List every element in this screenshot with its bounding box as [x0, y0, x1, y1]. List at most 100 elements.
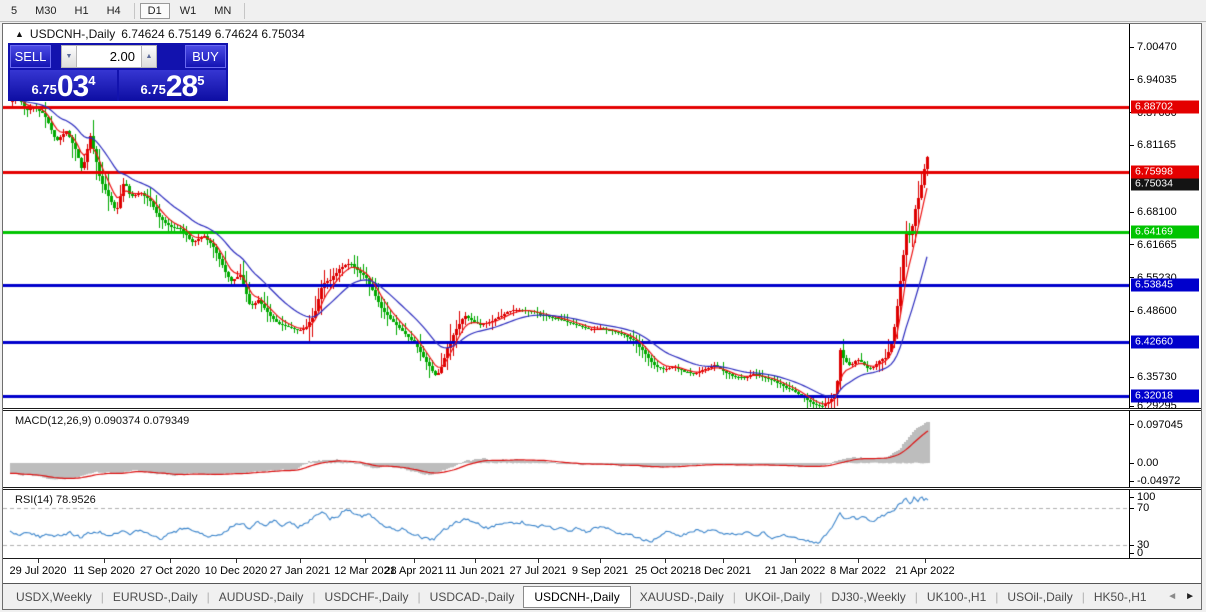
chart-tab-usoildaily[interactable]: USOil-,Daily [998, 586, 1081, 608]
price-axis-tick: 6.61665 [1130, 239, 1177, 251]
rsi-canvas[interactable] [3, 490, 1129, 558]
date-label: 27 Jan 2021 [270, 565, 331, 577]
date-tick-mark [538, 559, 539, 563]
toolbar-separator [244, 3, 245, 19]
date-label: 9 Sep 2021 [572, 565, 628, 577]
date-tick-mark [365, 559, 366, 563]
price-axis-tick: 6.68100 [1130, 206, 1177, 218]
timeframe-toolbar: 5M30H1H4 D1W1MN [0, 0, 1206, 22]
macd-label: MACD(12,26,9) 0.090374 0.079349 [15, 415, 189, 427]
date-axis[interactable]: 29 Jul 202011 Sep 202027 Oct 202010 Dec … [3, 559, 1201, 583]
macd-axis-tick: 0.097045 [1130, 419, 1183, 431]
price-level-badge: 6.88702 [1131, 101, 1199, 114]
chart-tab-usdchfdaily[interactable]: USDCHF-,Daily [316, 586, 418, 608]
rsi-value: 78.9526 [56, 494, 96, 506]
timeframe-button-d1[interactable]: D1 [140, 3, 170, 19]
toolbar-separator [134, 3, 135, 19]
price-level-badge: 6.64169 [1131, 226, 1199, 239]
chart-tab-xauusddaily[interactable]: XAUUSD-,Daily [631, 586, 733, 608]
trade-controls-row: SELL ▼ 2.00 ▲ BUY [10, 45, 226, 68]
date-tick-mark [414, 559, 415, 563]
macd-row: MACD(12,26,9) 0.090374 0.079349 0.097045… [3, 411, 1201, 487]
date-label: 27 Oct 2020 [140, 565, 200, 577]
price-level-badge: 6.53845 [1131, 278, 1199, 291]
rsi-row: RSI(14) 78.9526 10070300 [3, 490, 1201, 558]
chart-tab-usdcaddaily[interactable]: USDCAD-,Daily [421, 586, 524, 608]
chart-tab-ukoildaily[interactable]: UKOil-,Daily [736, 586, 819, 608]
buy-price-prefix: 6.75 [141, 82, 166, 97]
timeframe-button-w1[interactable]: W1 [172, 3, 205, 19]
price-axis-tick: 6.48600 [1130, 305, 1177, 317]
macd-axis-tick: -0.04972 [1130, 475, 1180, 487]
sell-price-big: 03 [57, 74, 88, 100]
date-tick-mark [723, 559, 724, 563]
price-level-badge: 6.75034 [1131, 177, 1199, 190]
chart-window: ▲ USDCNH-,Daily 6.74624 6.75149 6.74624 … [2, 23, 1202, 610]
chevron-down-icon: ▼ [66, 53, 73, 60]
rsi-label: RSI(14) 78.9526 [15, 494, 96, 506]
trade-prices-row: 6.75 03 4 6.75 28 5 [10, 70, 226, 101]
ohlc-values: 6.74624 6.75149 6.74624 6.75034 [121, 27, 305, 41]
rsi-name: RSI(14) [15, 494, 53, 506]
macd-plot-area: MACD(12,26,9) 0.090374 0.079349 [3, 411, 1129, 487]
date-label: 21 Apr 2022 [895, 565, 954, 577]
timeframe-button-h4[interactable]: H4 [99, 3, 129, 19]
sell-price-prefix: 6.75 [32, 82, 57, 97]
date-tick-mark [665, 559, 666, 563]
macd-name: MACD(12,26,9) [15, 415, 91, 427]
date-tick-mark [858, 559, 859, 563]
timeframe-list: 5M30H1H4 D1W1MN [2, 3, 249, 19]
price-axis-tick: 6.35730 [1130, 371, 1177, 383]
date-label: 11 Sep 2020 [73, 565, 135, 577]
timeframe-button-m30[interactable]: M30 [27, 3, 64, 19]
date-tick-mark [236, 559, 237, 563]
rsi-axis[interactable]: 10070300 [1129, 490, 1201, 558]
chart-tab-hk50h1[interactable]: HK50-,H1 [1085, 586, 1156, 608]
chart-tab-audusddaily[interactable]: AUDUSD-,Daily [210, 586, 313, 608]
buy-price-button[interactable]: 6.75 28 5 [119, 70, 226, 101]
price-level-badge: 6.75998 [1131, 165, 1199, 178]
timeframe-button-h1[interactable]: H1 [67, 3, 97, 19]
price-chart-row: ▲ USDCNH-,Daily 6.74624 6.75149 6.74624 … [3, 24, 1201, 408]
price-level-badge: 6.42660 [1131, 335, 1199, 348]
chevron-up-icon: ▲ [146, 53, 153, 60]
buy-button[interactable]: BUY [185, 45, 226, 68]
tab-scroll-right-icon[interactable]: ► [1185, 591, 1195, 602]
volume-decrease-button[interactable]: ▼ [61, 45, 77, 68]
rsi-axis-tick: 0 [1130, 547, 1143, 559]
chart-tab-bar: USDX,Weekly|EURUSD-,Daily|AUDUSD-,Daily|… [3, 584, 1201, 609]
price-level-badge: 6.32018 [1131, 389, 1199, 402]
macd-axis[interactable]: 0.0970450.00-0.04972 [1129, 411, 1201, 487]
sell-price-button[interactable]: 6.75 03 4 [10, 70, 117, 101]
price-axis-tick: 6.81165 [1130, 139, 1176, 151]
date-label: 8 Mar 2022 [830, 565, 886, 577]
timeframe-button-5[interactable]: 5 [3, 3, 25, 19]
date-label: 25 Oct 2021 [635, 565, 695, 577]
tab-scroll-left-icon[interactable]: ◄ [1167, 591, 1177, 602]
volume-input[interactable]: 2.00 [77, 45, 141, 68]
date-label: 28 Apr 2021 [384, 565, 443, 577]
date-label: 10 Dec 2020 [205, 565, 267, 577]
chart-tab-uk100h1[interactable]: UK100-,H1 [918, 586, 995, 608]
chart-tab-dj30weekly[interactable]: DJ30-,Weekly [822, 586, 914, 608]
date-tick-mark [170, 559, 171, 563]
date-tick-mark [795, 559, 796, 563]
chart-tab-usdcnhdaily[interactable]: USDCNH-,Daily [523, 586, 630, 608]
rsi-plot-area: RSI(14) 78.9526 [3, 490, 1129, 558]
timeframe-button-mn[interactable]: MN [206, 3, 239, 19]
buy-price-big: 28 [166, 74, 197, 100]
price-axis-tick: 7.00470 [1130, 41, 1177, 53]
rsi-axis-tick: 70 [1130, 502, 1149, 514]
collapse-icon[interactable]: ▲ [15, 29, 24, 39]
tab-scroll-arrows: ◄ ► [1161, 584, 1199, 609]
date-tick-mark [600, 559, 601, 563]
chart-tab-usdxweekly[interactable]: USDX,Weekly [7, 586, 101, 608]
sell-button[interactable]: SELL [10, 45, 51, 68]
volume-increase-button[interactable]: ▲ [141, 45, 157, 68]
date-tick-mark [300, 559, 301, 563]
price-axis[interactable]: 7.004706.940356.876006.811656.681006.616… [1129, 24, 1201, 408]
chart-tab-eurusddaily[interactable]: EURUSD-,Daily [104, 586, 207, 608]
date-label: 27 Jul 2021 [510, 565, 567, 577]
sell-price-sup: 4 [88, 73, 95, 88]
date-tick-mark [925, 559, 926, 563]
